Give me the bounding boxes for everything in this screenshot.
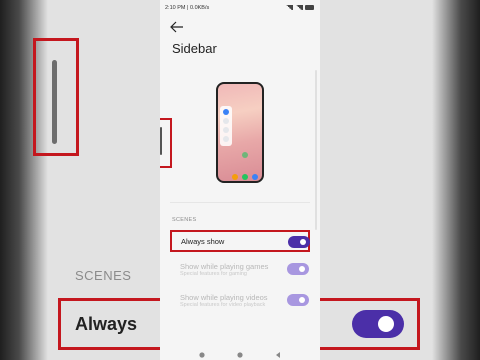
sidebar-preview-image <box>216 82 264 183</box>
battery-icon <box>305 5 314 10</box>
background-toggle-knob <box>378 316 394 332</box>
toggle-knob <box>299 266 305 272</box>
preview-app-icon <box>223 118 229 124</box>
signal-icon <box>285 5 293 10</box>
toggle-show-while-gaming[interactable] <box>287 263 309 275</box>
status-speed: 0.0KB/s <box>189 5 210 11</box>
background-sidebar-handle <box>52 60 57 144</box>
row-show-while-videos[interactable]: Show while playing videos Special featur… <box>170 290 310 312</box>
preview-dock-icon <box>242 174 248 180</box>
divider <box>170 202 310 203</box>
preview-app-icon <box>223 127 229 133</box>
signal-icon <box>295 5 303 10</box>
page-title: Sidebar <box>172 41 217 56</box>
recent-apps-icon[interactable] <box>198 346 206 358</box>
toggle-show-while-videos[interactable] <box>287 294 309 306</box>
row-sub-gaming: Special features for gaming <box>180 271 247 277</box>
status-left: 2:10 PM | 0.0KB/s <box>165 5 210 11</box>
row-label-always-show: Always show <box>181 237 225 246</box>
preview-dock-icon <box>232 174 238 180</box>
status-time: 2:10 PM <box>165 5 186 11</box>
background-section-label: SCENES <box>75 268 132 283</box>
toggle-knob <box>299 297 305 303</box>
toggle-always-show[interactable] <box>288 236 310 248</box>
preview-app-icon <box>242 152 248 158</box>
home-icon[interactable] <box>236 346 244 358</box>
section-label-scenes: SCENES <box>172 217 197 223</box>
preview-app-icon <box>223 136 229 142</box>
row-always-show[interactable]: Always show <box>170 230 310 252</box>
row-label-videos: Show while playing videos <box>180 293 268 302</box>
row-sub-videos: Special features for video playback <box>180 302 266 308</box>
phone-screen: 2:10 PM | 0.0KB/s Sidebar SCENES Always … <box>160 0 320 360</box>
status-bar: 2:10 PM | 0.0KB/s <box>160 4 320 14</box>
navigation-bar <box>160 340 320 360</box>
preview-dock-icon <box>252 174 258 180</box>
scrollbar[interactable] <box>315 70 317 230</box>
status-right <box>285 5 314 10</box>
row-show-while-gaming[interactable]: Show while playing games Special feature… <box>170 258 310 280</box>
sidebar-handle[interactable] <box>160 127 162 155</box>
toggle-knob <box>300 239 306 245</box>
row-label-gaming: Show while playing games <box>180 262 269 271</box>
back-nav-icon[interactable] <box>274 346 282 358</box>
background-row-label: Always <box>75 314 138 334</box>
preview-app-icon <box>223 109 229 115</box>
back-arrow-icon[interactable] <box>170 20 184 33</box>
